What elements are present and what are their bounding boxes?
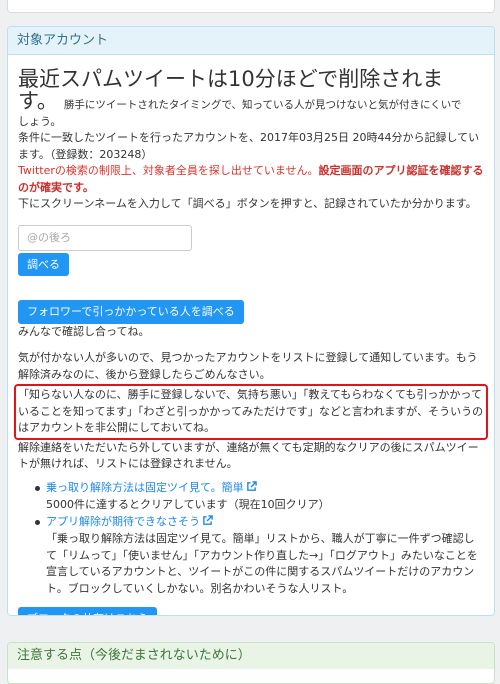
hijack-list-link[interactable]: 乗っ取り解除方法は固定ツイ見て。簡単 — [46, 481, 244, 494]
highlighted-note-text: 「知らない人なのに、勝手に登録しないで、気持ち悪い」「教えてもらわなくても引っか… — [18, 388, 484, 434]
warning-red: Twitterの検索の制限上、対象者全員を探し出せていません。 — [18, 164, 319, 177]
check-button[interactable]: 調べる — [18, 252, 69, 276]
list-item-description: 5000件に達するとクリアしています（現在10回クリア） — [46, 498, 330, 511]
page-title: 最近スパムツイートは10分ほどで削除されま — [18, 67, 444, 91]
highlighted-note: 「知らない人なのに、勝手に登録しないで、気持ち悪い」「教えてもらわなくても引っか… — [14, 384, 488, 440]
list-item: 乗っ取り解除方法は固定ツイ見て。簡単 5000件に達するとクリアしています（現在… — [18, 480, 484, 514]
panel-heading: 対象アカウント — [8, 27, 494, 55]
description-text-end: しょう。 — [18, 114, 62, 128]
list-links: 乗っ取り解除方法は固定ツイ見て。簡単 5000件に達するとクリアしています（現在… — [18, 480, 484, 598]
list-item: アプリ解除が期待できなさそう 「乗っ取り解除方法は固定ツイ見て。簡単」リストから… — [18, 514, 484, 598]
removal-note: 解除連絡をいただいたら外していますが、連絡が無くても定期的なクリアの後にスパムツ… — [18, 440, 479, 471]
caution-panel: 注意する点（今後だまされないために） — [7, 642, 495, 684]
previous-panel-bottom — [7, 0, 495, 13]
target-accounts-panel: 対象アカウント 最近スパムツイートは10分ほどで削除されま す。 勝手にツイートさ… — [7, 26, 495, 616]
panel-body: 最近スパムツイートは10分ほどで削除されま す。 勝手にツイートされたタイミングで… — [8, 55, 494, 615]
record-info: 条件に一致したツイートを行ったアカウントを、2017年03月25日 20時44分… — [18, 131, 480, 161]
external-link-icon[interactable] — [246, 480, 257, 498]
bullet-icon — [35, 485, 40, 491]
block-share-button[interactable]: ブロックの共有はこちら — [18, 607, 157, 615]
list-registration-note: 気が付かない人が多いので、見つかったアカウントをリストに登録して通知しています。… — [18, 351, 478, 381]
caution-panel-heading: 注意する点（今後だまされないために） — [8, 643, 494, 669]
instruction-text: 下にスクリーンネームを入力して「調べる」ボタンを押すと、記録されていたか分かりま… — [18, 197, 477, 210]
followers-note: みんなで確認し合ってね。 — [18, 324, 150, 338]
bullet-icon — [35, 519, 40, 525]
external-link-icon[interactable] — [202, 514, 213, 532]
app-unlink-list-link[interactable]: アプリ解除が期待できなさそう — [46, 515, 200, 528]
check-followers-button[interactable]: フォロワーで引っかかっている人を調べる — [18, 299, 244, 324]
screen-name-input[interactable] — [18, 224, 192, 251]
description-text: 勝手にツイートされたタイミングで、知っている人が見つけないと気が付きにくいで — [63, 99, 462, 111]
title-continuation: す。 勝手にツイートされたタイミングで、知っている人が見つけないと気が付きにくいで — [18, 91, 484, 114]
warning-text: Twitterの検索の制限上、対象者全員を探し出せていません。設定画面のアプリ認… — [18, 163, 484, 196]
page-title-end: す。 — [18, 89, 58, 113]
list-item-description: 「乗っ取り解除方法は固定ツイ見て。簡単」リストから、職人が丁寧に一件ずつ確認して… — [46, 532, 478, 595]
